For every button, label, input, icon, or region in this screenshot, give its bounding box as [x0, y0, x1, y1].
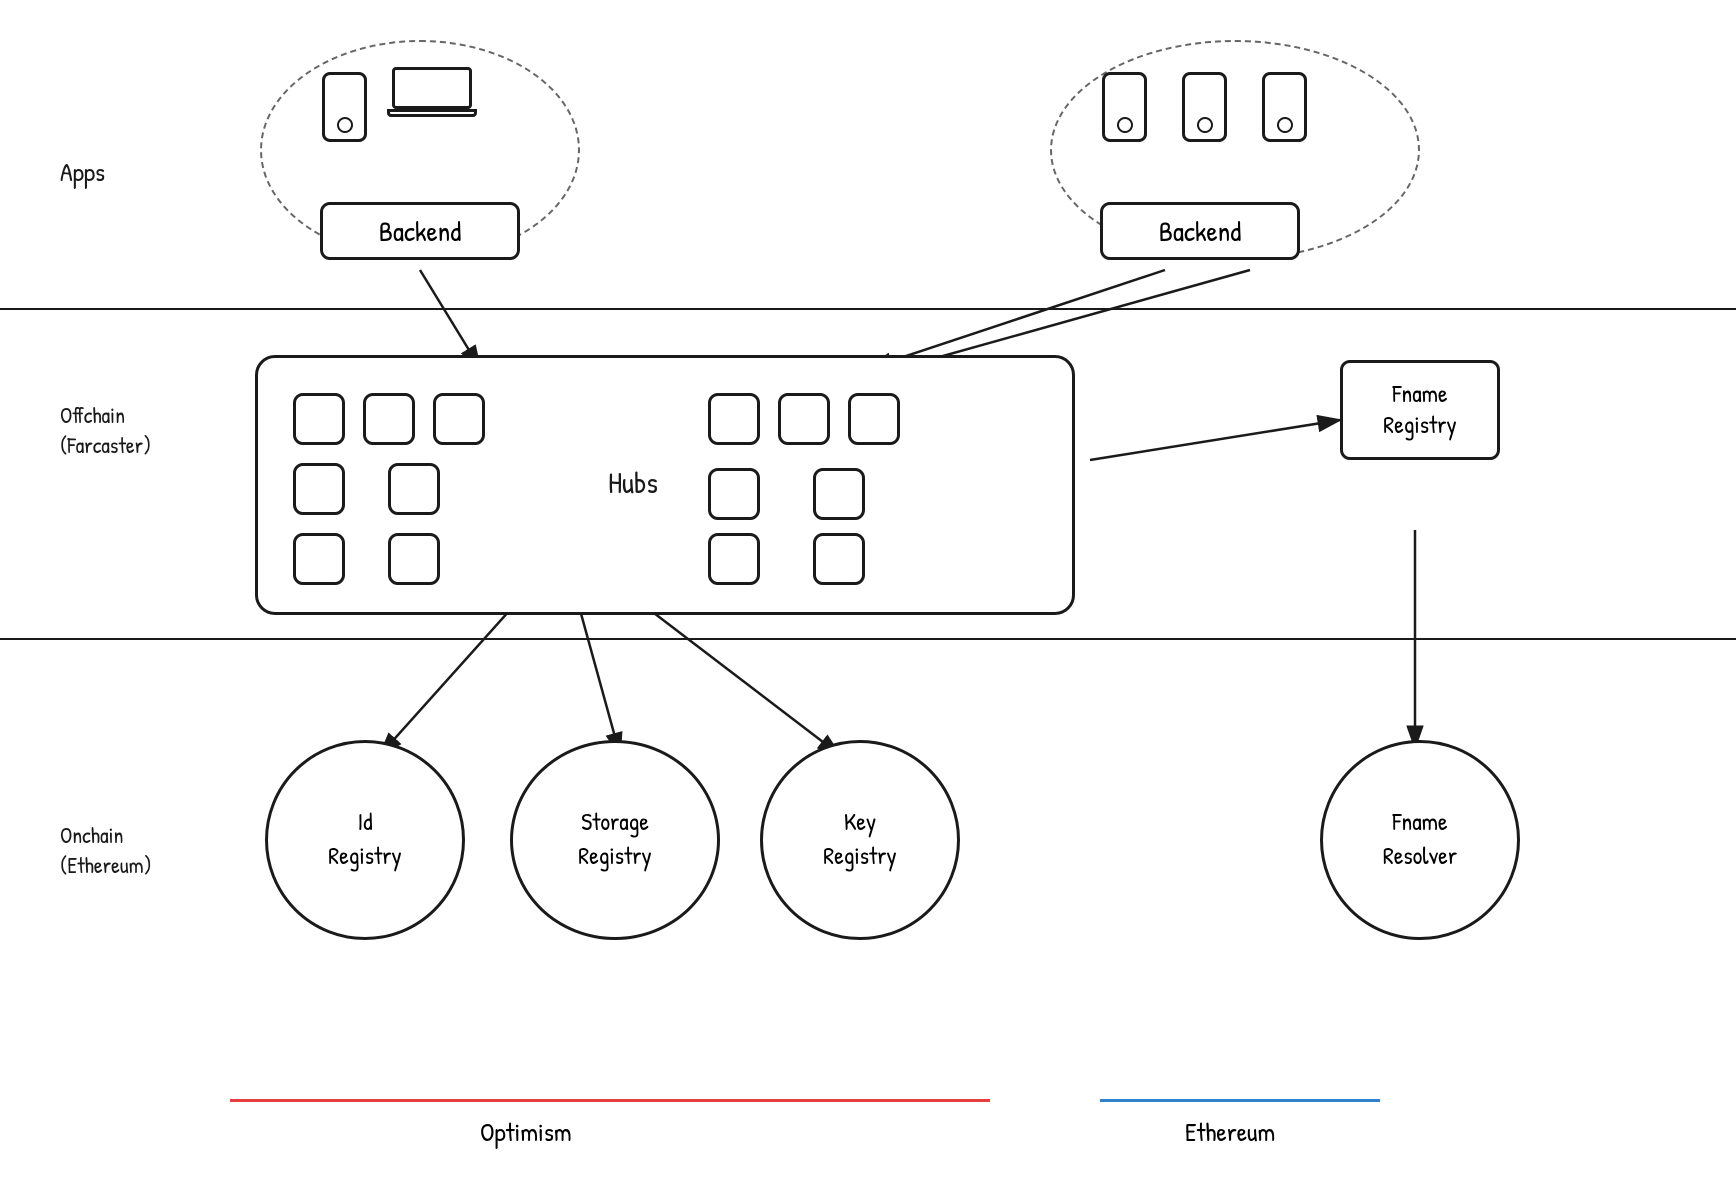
hub-node-10 [813, 468, 865, 520]
hub-node-11 [293, 533, 345, 585]
hub-node-2 [363, 393, 415, 445]
backend-right-label: Backend [1159, 212, 1241, 250]
id-registry-circle: Id Registry [265, 740, 465, 940]
divider-apps-offchain [0, 308, 1736, 310]
hub-node-8 [848, 393, 900, 445]
apps-label: Apps [60, 155, 105, 190]
id-registry-label: Id Registry [328, 806, 401, 873]
fname-resolver-label: Fname Resolver [1383, 806, 1457, 873]
phone-icon-right-3 [1262, 72, 1307, 142]
storage-registry-label: Storage Registry [578, 806, 651, 873]
fname-resolver-circle: Fname Resolver [1320, 740, 1520, 940]
fname-registry-label: Fname Registry [1383, 379, 1456, 441]
hub-node-5 [388, 463, 440, 515]
hubs-box: Hubs [255, 355, 1075, 615]
hub-node-1 [293, 393, 345, 445]
ethereum-network-label: Ethereum [1185, 1115, 1275, 1150]
backend-left-box: Backend [320, 202, 520, 260]
phone-icon-left [322, 72, 367, 142]
hub-node-13 [708, 533, 760, 585]
key-registry-label: Key Registry [823, 806, 896, 873]
fname-registry-box: Fname Registry [1340, 360, 1500, 460]
hub-node-4 [293, 463, 345, 515]
diagram: Apps Offchain (Farcaster) Onchain (Ether… [0, 0, 1736, 1180]
offchain-label: Offchain (Farcaster) [60, 400, 151, 460]
backend-left-label: Backend [379, 212, 461, 250]
key-registry-circle: Key Registry [760, 740, 960, 940]
laptop-icon [392, 67, 472, 122]
divider-offchain-onchain [0, 638, 1736, 640]
optimism-network-label: Optimism [480, 1115, 572, 1150]
phone-icon-right-1 [1102, 72, 1147, 142]
hubs-label: Hubs [608, 463, 658, 503]
storage-registry-circle: Storage Registry [510, 740, 720, 940]
hub-node-7 [778, 393, 830, 445]
phone-icon-right-2 [1182, 72, 1227, 142]
hub-node-3 [433, 393, 485, 445]
optimism-line [230, 1099, 990, 1102]
hub-node-6 [708, 393, 760, 445]
hub-node-12 [388, 533, 440, 585]
hub-node-14 [813, 533, 865, 585]
ethereum-line [1100, 1099, 1380, 1102]
onchain-label: Onchain (Ethereum) [60, 820, 152, 880]
backend-right-box: Backend [1100, 202, 1300, 260]
hub-node-9 [708, 468, 760, 520]
